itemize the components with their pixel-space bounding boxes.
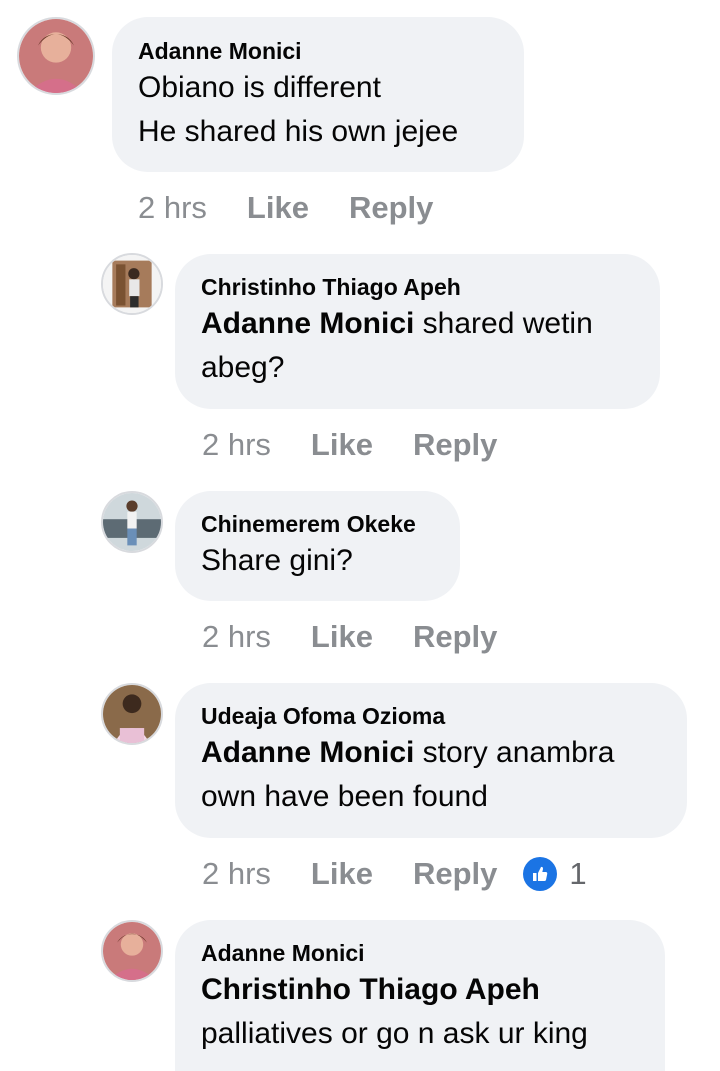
comment-bubble: Adanne Monici Christinho Thiago Apeh pal… xyxy=(175,920,665,1071)
comment-author[interactable]: Adanne Monici xyxy=(201,938,639,968)
mention-link[interactable]: Christinho Thiago Apeh xyxy=(201,973,540,1006)
comment-5: Adanne Monici Christinho Thiago Apeh pal… xyxy=(0,0,720,1071)
avatar[interactable] xyxy=(101,920,163,982)
comment-text: Christinho Thiago Apeh xyxy=(201,968,639,1012)
comment-text-line: palliatives or go n ask ur king xyxy=(201,1017,588,1050)
